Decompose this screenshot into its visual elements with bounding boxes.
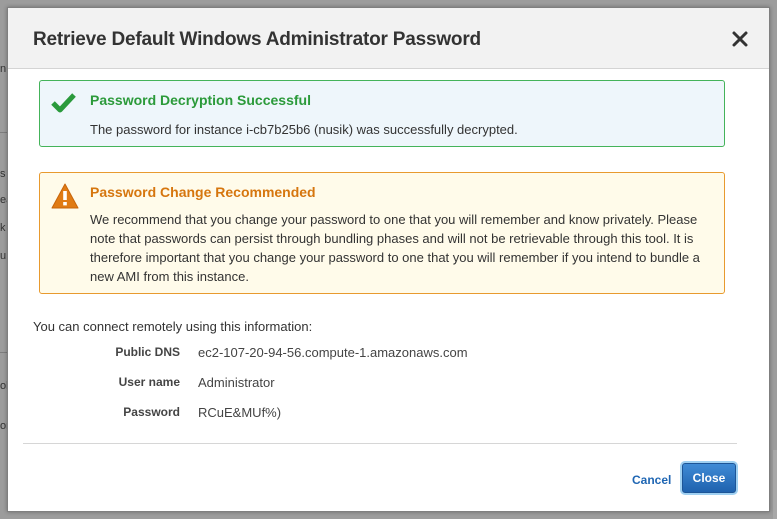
success-alert: Password Decryption Successful The passw… (39, 80, 725, 147)
background-scroll-edge (773, 450, 777, 519)
warning-alert-body: We recommend that you change your passwo… (90, 212, 700, 284)
footer-divider (23, 443, 737, 444)
checkmark-icon (51, 91, 77, 115)
user-name-label: User name (118, 375, 180, 389)
connection-intro: You can connect remotely using this info… (33, 319, 313, 334)
success-alert-title: Password Decryption Successful (90, 92, 311, 108)
password-dialog: Retrieve Default Windows Administrator P… (7, 7, 770, 512)
dialog-title: Retrieve Default Windows Administrator P… (33, 29, 481, 50)
warning-alert: Password Change Recommended We recommend… (39, 172, 725, 294)
password-value: RCuE&MUf%) (198, 405, 282, 420)
password-label: Password (123, 405, 180, 419)
warning-triangle-icon (51, 183, 79, 209)
warning-alert-title: Password Change Recommended (90, 184, 316, 200)
success-alert-body: The password for instance i-cb7b25b6 (nu… (90, 122, 518, 137)
public-dns-value: ec2-107-20-94-56.compute-1.amazonaws.com (198, 345, 468, 360)
cancel-button[interactable]: Cancel (632, 473, 671, 487)
close-icon[interactable] (731, 30, 749, 48)
public-dns-label: Public DNS (115, 345, 180, 359)
close-button[interactable]: Close (682, 463, 736, 493)
user-name-value: Administrator (198, 375, 275, 390)
dialog-header: Retrieve Default Windows Administrator P… (8, 8, 769, 69)
